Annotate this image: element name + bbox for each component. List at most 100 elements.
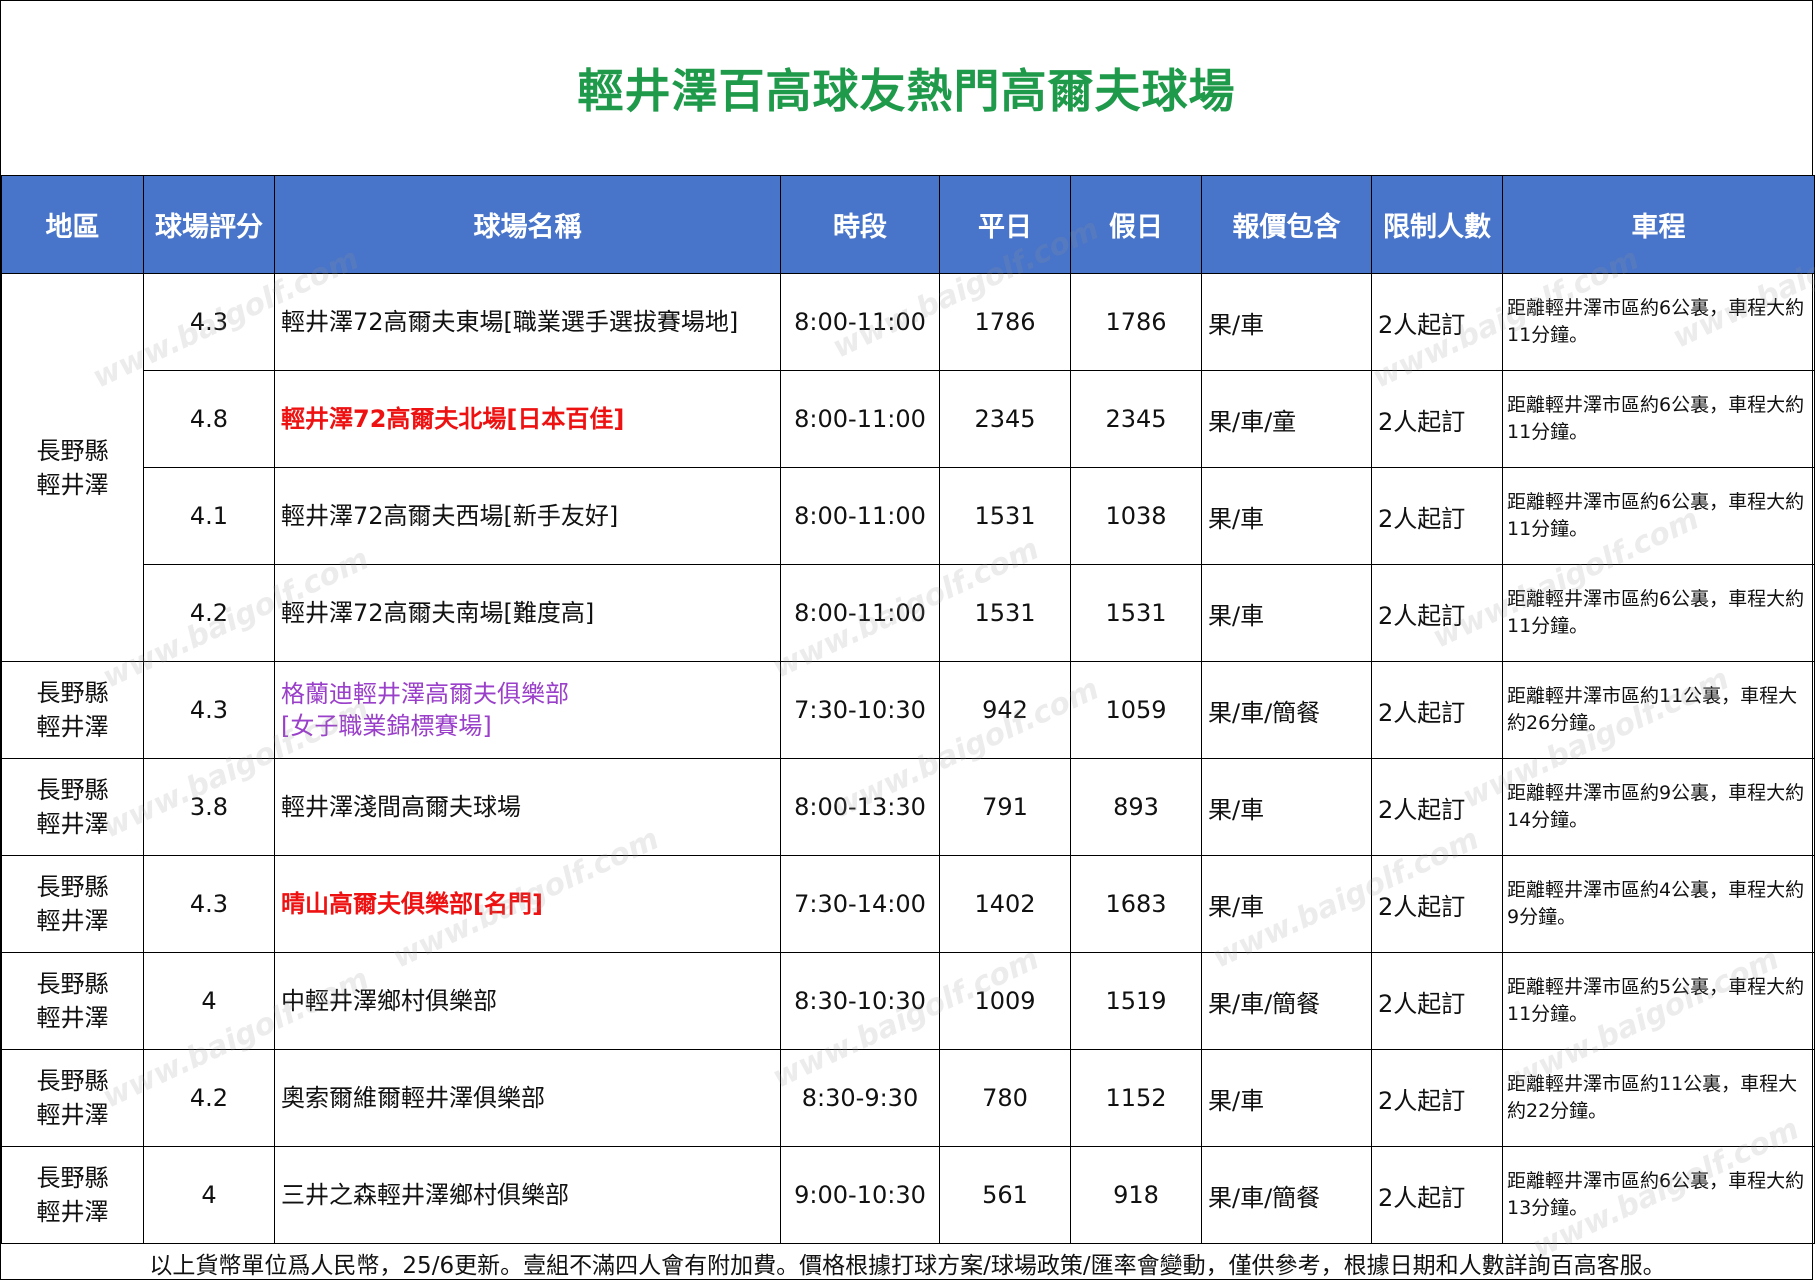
region-cell-line: 長野縣 [36, 873, 109, 901]
region-cell: 長野縣 輕井澤 [1, 1049, 144, 1147]
course-name-cell-line: 中輕井澤鄉村俱樂部 [281, 987, 497, 1015]
player-limit-cell: 2人起訂 [1371, 1049, 1503, 1147]
region-cell-line: 輕井澤 [36, 1101, 109, 1129]
page-title: 輕井澤百高球友熱門高爾夫球場 [577, 64, 1236, 118]
column-header: 地區 [1, 175, 144, 274]
region-cell: 長野縣 輕井澤 [1, 758, 144, 856]
region-cell-line: 長野縣 [36, 1164, 109, 1192]
region-cell: 長野縣 輕井澤 [1, 661, 144, 759]
region-cell-line: 長野縣 [36, 970, 109, 998]
drive-time-cell: 距離輕井澤市區約6公裏，車程大約13分鐘。 [1502, 1146, 1815, 1244]
course-name-cell-line: 格蘭迪輕井澤高爾夫俱樂部 [281, 680, 569, 708]
table-row: 4.8 輕井澤72高爾夫北場[日本百佳] 8:00-11:00 2345 2345 果/車… [2, 370, 1815, 468]
table-row: 4.2 輕井澤72高爾夫南場[難度高] 8:00-11:00 1531 1531 果/車 2… [2, 564, 1815, 662]
includes-cell: 果/車 [1201, 564, 1372, 662]
region-cell-line: 長野縣 [36, 679, 109, 707]
column-header: 車程 [1502, 175, 1815, 274]
course-name-cell-line: 晴山高爾夫俱樂部[名門] [281, 890, 543, 918]
course-name-cell: 輕井澤淺間高爾夫球場 [274, 758, 781, 856]
weekday-price-cell: 1009 [939, 952, 1071, 1050]
region-cell: 長野縣 輕井澤 [1, 952, 144, 1050]
holiday-price-cell: 1152 [1070, 1049, 1202, 1147]
region-cell-line: 輕井澤 [36, 470, 109, 499]
weekday-price-cell: 1531 [939, 564, 1071, 662]
region-cell-line: 長野縣 [36, 1067, 109, 1095]
table-row: 長野縣 輕井澤 3.8 輕井澤淺間高爾夫球場 8:00-13:30 791 893 果/車 2人… [1, 758, 1815, 856]
course-name-cell: 輕井澤72高爾夫東場[職業選手選拔賽場地] [274, 273, 781, 371]
includes-cell: 果/車/簡餐 [1201, 952, 1372, 1050]
includes-cell: 果/車 [1201, 273, 1372, 371]
player-limit-cell: 2人起訂 [1371, 273, 1503, 371]
weekday-price-cell: 1786 [939, 273, 1071, 371]
holiday-price-cell: 893 [1070, 758, 1202, 856]
course-name-cell: 輕井澤72高爾夫北場[日本百佳] [274, 370, 781, 468]
tee-time-cell: 7:30-14:00 [780, 855, 940, 953]
includes-cell: 果/車/童 [1201, 370, 1372, 468]
region-cell-line: 長野縣 [36, 436, 109, 465]
table-row: 長野縣 輕井澤 4 三井之森輕井澤鄉村俱樂部 9:00-10:30 561 918 果/車/簡… [1, 1146, 1815, 1244]
holiday-price-cell: 1683 [1070, 855, 1202, 953]
tee-time-cell: 8:00-11:00 [780, 370, 940, 468]
table-body: 長野縣 輕井澤 4.3 輕井澤72高爾夫東場[職業選手選拔賽場地] 8:00-11:00… [1, 273, 1815, 1244]
course-name-cell: 中輕井澤鄉村俱樂部 [274, 952, 781, 1050]
rating-cell: 4.2 [143, 1049, 275, 1147]
course-name-cell: 奧索爾維爾輕井澤俱樂部 [274, 1049, 781, 1147]
table-row: 長野縣 輕井澤 4.3 格蘭迪輕井澤高爾夫俱樂部 [女子職業錦標賽場] 7:30-10:3… [1, 661, 1815, 759]
region-cell-line: 輕井澤 [36, 810, 109, 838]
rating-cell: 4.8 [143, 370, 275, 468]
player-limit-cell: 2人起訂 [1371, 952, 1503, 1050]
player-limit-cell: 2人起訂 [1371, 370, 1503, 468]
drive-time-cell: 距離輕井澤市區約11公裏，車程大約26分鐘。 [1502, 661, 1815, 759]
drive-time-cell: 距離輕井澤市區約5公裏，車程大約11分鐘。 [1502, 952, 1815, 1050]
tee-time-cell: 7:30-10:30 [780, 661, 940, 759]
rating-cell: 4.2 [143, 564, 275, 662]
rating-cell: 4.3 [143, 661, 275, 759]
tee-time-cell: 8:00-11:00 [780, 273, 940, 371]
includes-cell: 果/車 [1201, 855, 1372, 953]
course-name-cell: 格蘭迪輕井澤高爾夫俱樂部 [女子職業錦標賽場] [274, 661, 781, 759]
course-name-cell-line: 輕井澤淺間高爾夫球場 [281, 793, 521, 821]
weekday-price-cell: 561 [939, 1146, 1071, 1244]
column-header: 限制人數 [1371, 175, 1503, 274]
region-cell: 長野縣 輕井澤 [1, 1146, 144, 1244]
table-row: 長野縣 輕井澤 4.2 奧索爾維爾輕井澤俱樂部 8:30-9:30 780 1152 果/車 2… [1, 1049, 1815, 1147]
course-name-cell-line: 奧索爾維爾輕井澤俱樂部 [281, 1084, 545, 1112]
rating-cell: 4 [143, 952, 275, 1050]
course-name-cell: 晴山高爾夫俱樂部[名門] [274, 855, 781, 953]
course-name-cell: 輕井澤72高爾夫南場[難度高] [274, 564, 781, 662]
course-name-cell-line: 輕井澤72高爾夫西場[新手友好] [281, 502, 619, 530]
player-limit-cell: 2人起訂 [1371, 661, 1503, 759]
column-header: 報價包含 [1201, 175, 1372, 274]
player-limit-cell: 2人起訂 [1371, 467, 1503, 565]
weekday-price-cell: 1402 [939, 855, 1071, 953]
course-name-cell-line: 三井之森輕井澤鄉村俱樂部 [281, 1181, 569, 1209]
column-header: 假日 [1070, 175, 1202, 274]
region-cell-line: 輕井澤 [36, 1198, 109, 1226]
region-cell: 長野縣 輕井澤 [1, 273, 144, 662]
holiday-price-cell: 918 [1070, 1146, 1202, 1244]
holiday-price-cell: 2345 [1070, 370, 1202, 468]
drive-time-cell: 距離輕井澤市區約9公裏，車程大約14分鐘。 [1502, 758, 1815, 856]
includes-cell: 果/車 [1201, 467, 1372, 565]
player-limit-cell: 2人起訂 [1371, 564, 1503, 662]
rating-cell: 4 [143, 1146, 275, 1244]
region-cell-line: 輕井澤 [36, 713, 109, 741]
region-cell-line: 輕井澤 [36, 1004, 109, 1032]
weekday-price-cell: 1531 [939, 467, 1071, 565]
rating-cell: 4.3 [143, 273, 275, 371]
drive-time-cell: 距離輕井澤市區約6公裏，車程大約11分鐘。 [1502, 273, 1815, 371]
tee-time-cell: 8:00-13:30 [780, 758, 940, 856]
footer-note: 以上貨幣單位爲人民幣，25/6更新。壹組不滿四人會有附加費。價格根據打球方案/球… [1, 1243, 1814, 1281]
rating-cell: 4.3 [143, 855, 275, 953]
tee-time-cell: 8:00-11:00 [780, 564, 940, 662]
course-name-cell: 輕井澤72高爾夫西場[新手友好] [274, 467, 781, 565]
holiday-price-cell: 1786 [1070, 273, 1202, 371]
column-header: 時段 [780, 175, 940, 274]
drive-time-cell: 距離輕井澤市區約4公裏，車程大約9分鐘。 [1502, 855, 1815, 953]
player-limit-cell: 2人起訂 [1371, 1146, 1503, 1244]
table-row: 4.1 輕井澤72高爾夫西場[新手友好] 8:00-11:00 1531 1038 果/車… [2, 467, 1815, 565]
includes-cell: 果/車 [1201, 758, 1372, 856]
drive-time-cell: 距離輕井澤市區約6公裏，車程大約11分鐘。 [1502, 467, 1815, 565]
tee-time-cell: 8:00-11:00 [780, 467, 940, 565]
tee-time-cell: 8:30-9:30 [780, 1049, 940, 1147]
